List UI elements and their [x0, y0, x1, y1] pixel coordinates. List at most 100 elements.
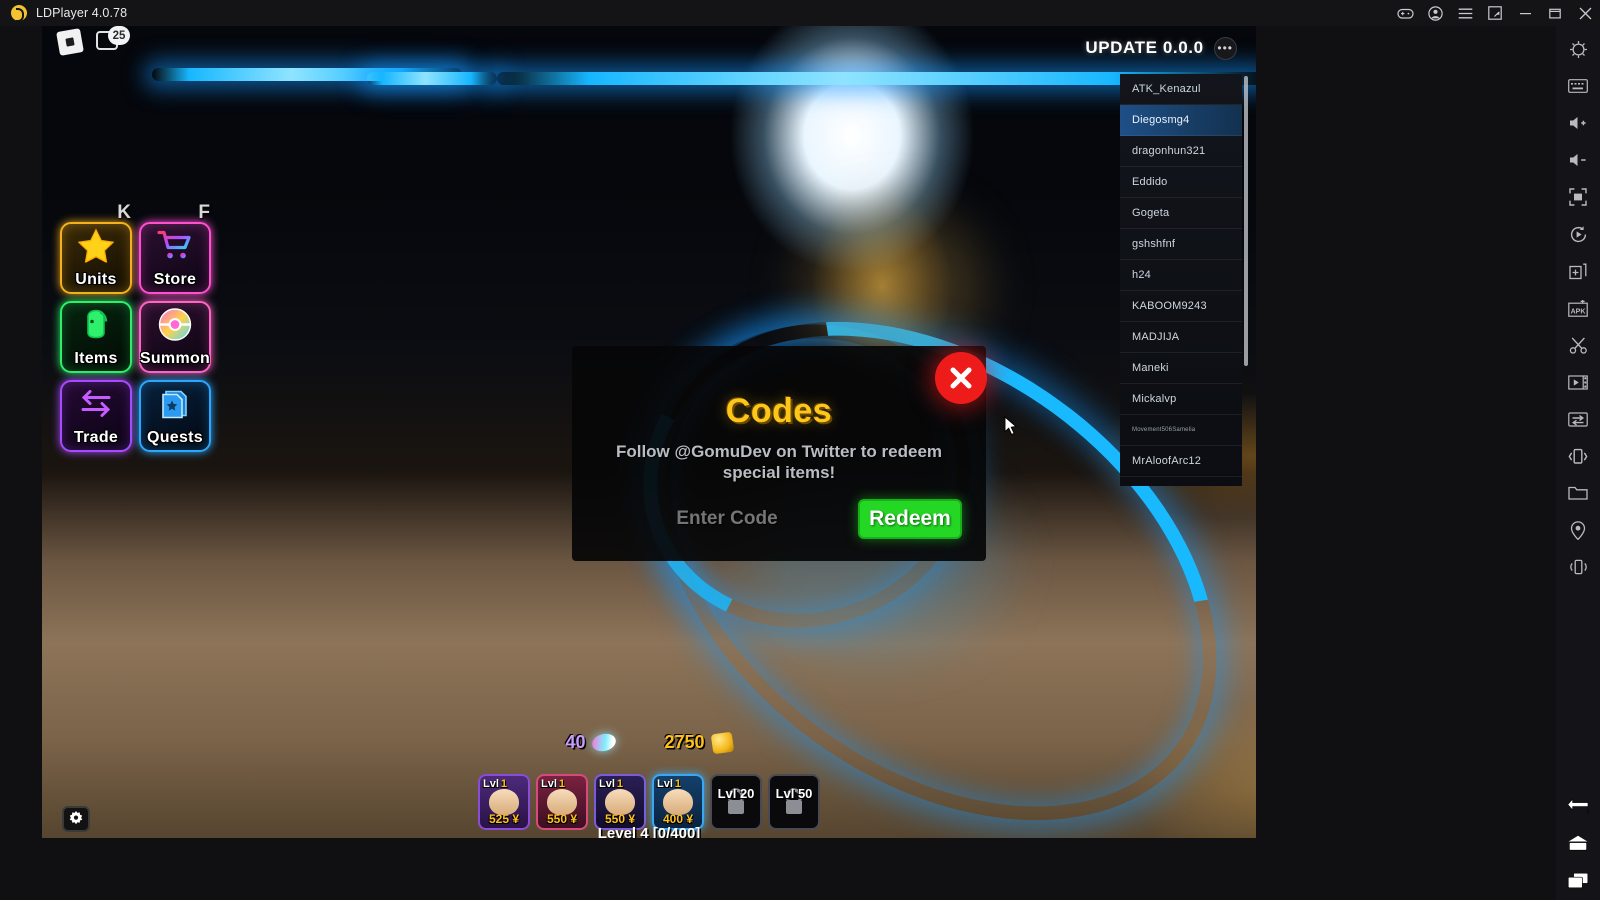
account-icon[interactable] [1420, 0, 1450, 26]
svg-text:APK: APK [1571, 308, 1586, 315]
scroll-icon [159, 388, 191, 425]
player-list-item[interactable]: Movement506Samelia [1120, 415, 1242, 446]
volume-down-icon[interactable] [1561, 143, 1595, 177]
star-icon [77, 228, 115, 268]
unit-portrait [489, 789, 519, 815]
rotate-icon[interactable] [1561, 217, 1595, 251]
player-list-item[interactable]: MrAloofArc12 [1120, 446, 1242, 477]
update-banner: UPDATE 0.0.0 ••• [1066, 26, 1256, 70]
unit-hotbar: Lvl 1 525 ¥ Lvl 1 550 ¥ Lvl 1 550 ¥ Lvl 1 400 ¥ Lvl … [42, 774, 1256, 830]
more-options-button[interactable]: ••• [1213, 36, 1237, 60]
unit-portrait [663, 789, 693, 815]
gold-coin-icon [710, 731, 734, 754]
keyboard-icon[interactable] [1561, 69, 1595, 103]
menu-label-units: Units [75, 271, 117, 288]
roblox-icon[interactable] [56, 28, 84, 56]
locked-slot-label: Lvl 50 [775, 786, 813, 801]
unit-portrait [605, 789, 635, 815]
hotbar-locked-slot[interactable]: Lvl 50 [768, 774, 820, 830]
gamepad-icon[interactable] [1390, 0, 1420, 26]
close-icon [950, 367, 972, 389]
menu-label-items: Items [74, 350, 118, 367]
hotbar-unit-slot[interactable]: Lvl 1 550 ¥ [536, 774, 588, 830]
roblox-hud-icons: 25 [56, 26, 130, 56]
window-title: LDPlayer 4.0.78 [36, 6, 128, 20]
chat-icon[interactable]: 25 [96, 26, 130, 53]
unit-level-label: Lvl [541, 778, 557, 790]
player-list-panel[interactable]: ATK_Kenazul Diegosmg4 dragonhun321 Eddido Go… [1120, 74, 1242, 486]
menu-button-summon[interactable]: Summon [139, 301, 211, 373]
player-list-item[interactable]: Gogeta [1120, 198, 1242, 229]
player-list-item[interactable]: Diegosmg4 [1120, 105, 1242, 136]
update-banner-text: UPDATE 0.0.0 [1085, 38, 1204, 57]
units-keybind: K [117, 202, 131, 223]
unit-level-label: Lvl [599, 778, 615, 790]
android-recents-icon[interactable] [1561, 863, 1595, 897]
menu-label-trade: Trade [73, 429, 119, 446]
menu-button-units[interactable]: K Units [60, 202, 132, 294]
minimize-button[interactable] [1510, 0, 1540, 26]
ldplayer-toolbar: APK [1556, 26, 1600, 900]
codes-dialog-subtitle: Follow @GomuDev on Twitter to redeem spe… [615, 442, 943, 483]
player-list-item[interactable]: Mickalvp [1120, 384, 1242, 415]
hotbar-locked-slot[interactable]: Lvl 20 [710, 774, 762, 830]
player-list-item[interactable]: dragonhun321 [1120, 136, 1242, 167]
game-menu-grid: K Units F Store Items Summon Trade Quest… [60, 202, 211, 452]
shake-icon[interactable] [1561, 439, 1595, 473]
cart-icon [157, 230, 193, 267]
fullscreen-icon[interactable] [1561, 180, 1595, 214]
backpack-icon [79, 309, 113, 346]
scissors-icon[interactable] [1561, 328, 1595, 362]
hotbar-unit-slot[interactable]: Lvl 1 525 ¥ [478, 774, 530, 830]
android-back-icon[interactable] [1561, 789, 1595, 823]
video-record-icon[interactable] [1561, 365, 1595, 399]
ldplayer-logo-icon [11, 5, 27, 22]
currency-bar: 40 2750 [42, 731, 1256, 754]
player-list-item[interactable]: MADJIJA [1120, 322, 1242, 353]
hotbar-unit-slot[interactable]: Lvl 1 550 ¥ [594, 774, 646, 830]
menu-icon[interactable] [1450, 0, 1480, 26]
menu-label-store: Store [153, 271, 197, 288]
ldplayer-window: LDPlayer 4.0.78 25 K Units F Store Items… [0, 0, 1600, 900]
player-list-scrollbar[interactable] [1244, 76, 1248, 366]
unit-portrait [547, 789, 577, 815]
currency-gold: 2750 [664, 731, 734, 754]
folder-icon[interactable] [1561, 476, 1595, 510]
menu-button-trade[interactable]: Trade [60, 380, 132, 452]
codes-close-button[interactable] [935, 352, 987, 404]
menu-button-store[interactable]: F Store [139, 202, 211, 294]
menu-button-quests[interactable]: Quests [139, 380, 211, 452]
apk-install-icon[interactable]: APK [1561, 291, 1595, 325]
file-transfer-icon[interactable] [1561, 402, 1595, 436]
volume-up-icon[interactable] [1561, 106, 1595, 140]
player-list-item[interactable]: h24 [1120, 260, 1242, 291]
player-list-item[interactable]: Maneki [1120, 353, 1242, 384]
player-list-item[interactable]: KABOOM9243 [1120, 291, 1242, 322]
menu-button-items[interactable]: Items [60, 301, 132, 373]
android-home-icon[interactable] [1561, 826, 1595, 860]
code-input[interactable] [596, 508, 858, 530]
multi-instance-icon[interactable] [1480, 0, 1510, 26]
location-icon[interactable] [1561, 513, 1595, 547]
menu-label-summon: Summon [139, 350, 211, 367]
player-list-item[interactable]: ATK_Kenazul [1120, 74, 1242, 105]
player-list-item[interactable]: gshshfnf [1120, 229, 1242, 260]
game-viewport[interactable]: 25 K Units F Store Items Summon Trade Qu… [42, 26, 1256, 838]
redeem-button[interactable]: Redeem [858, 499, 962, 539]
player-list-item[interactable]: Eddido [1120, 167, 1242, 198]
multi-window-icon[interactable] [1561, 254, 1595, 288]
unit-level-label: Lvl [483, 778, 499, 790]
settings-icon[interactable] [1561, 32, 1595, 66]
menu-label-quests: Quests [146, 429, 204, 446]
vibrate-icon[interactable] [1561, 550, 1595, 584]
maximize-button[interactable] [1540, 0, 1570, 26]
codes-dialog: Codes Follow @GomuDev on Twitter to rede… [572, 346, 986, 561]
codes-dialog-row: Redeem [572, 499, 986, 539]
level-progress-text: Level 4 [0/400] [597, 825, 701, 838]
chat-badge: 25 [108, 26, 130, 45]
hotbar-unit-slot[interactable]: Lvl 1 400 ¥ [652, 774, 704, 830]
unit-level-label: Lvl [657, 778, 673, 790]
window-titlebar: LDPlayer 4.0.78 [0, 0, 1600, 26]
close-button[interactable] [1570, 0, 1600, 26]
currency-gem: 40 [565, 731, 619, 754]
